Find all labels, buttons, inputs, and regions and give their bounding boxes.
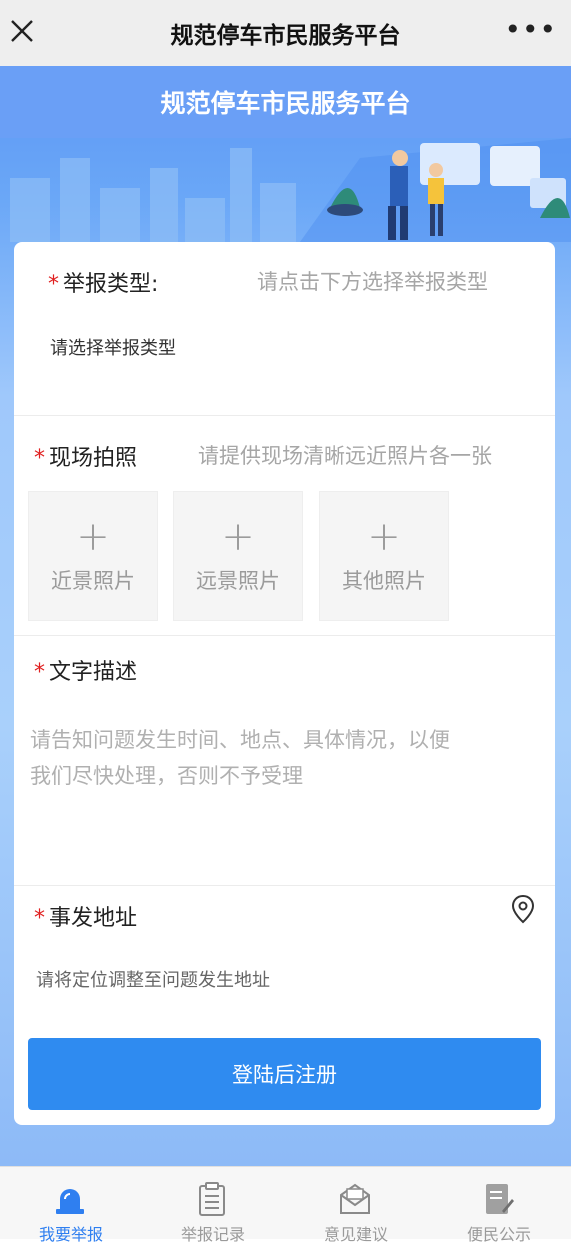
- description-placeholder-line: 请告知问题发生时间、地点、具体情况，以便: [30, 728, 450, 752]
- report-type-hint: 请点击下方选择举报类型: [257, 270, 488, 294]
- photos-hint: 请提供现场清晰远近照片各一张: [198, 444, 492, 468]
- bottom-tab-bar: 我要举报 举报记录 意见建议 便民公示: [0, 1166, 571, 1244]
- required-mark: *: [34, 660, 45, 685]
- plus-icon: +: [76, 514, 110, 560]
- description-label: * 文字描述: [34, 660, 138, 685]
- notice-edit-icon: [486, 1184, 514, 1214]
- report-form-card: * 举报类型: 请点击下方选择举报类型 请选择举报类型 * 现场拍照 请提供现场清晰…: [14, 242, 555, 1125]
- tab-label: 便民公示: [466, 1225, 531, 1244]
- report-type-select[interactable]: 请选择举报类型: [50, 334, 176, 360]
- tab-label: 意见建议: [323, 1225, 388, 1244]
- photo-upload-label: 其他照片: [342, 569, 426, 593]
- login-register-button[interactable]: 登陆后注册: [28, 1038, 541, 1110]
- banner-title: 规范停车市民服务平台: [0, 66, 571, 138]
- tab-suggestions[interactable]: 意见建议: [285, 1167, 427, 1244]
- tab-label: 我要举报: [38, 1225, 103, 1244]
- plus-icon: +: [367, 514, 401, 560]
- photo-upload-label: 近景照片: [51, 569, 135, 593]
- location-pin-icon[interactable]: [510, 894, 536, 924]
- tab-report-records[interactable]: 举报记录: [142, 1167, 284, 1244]
- alarm-light-icon: [56, 1189, 84, 1214]
- window-title-bar: 规范停车市民服务平台 •••: [0, 0, 571, 66]
- more-options-icon[interactable]: •••: [504, 16, 557, 44]
- photo-upload-label: 远景照片: [196, 569, 280, 593]
- description-placeholder-line: 我们尽快处理，否则不予受理: [30, 764, 303, 788]
- window-title: 规范停车市民服务平台: [170, 23, 401, 49]
- photo-upload-other[interactable]: + 其他照片: [319, 491, 449, 621]
- required-mark: *: [34, 446, 45, 471]
- plus-icon: +: [221, 514, 255, 560]
- tab-public-notice[interactable]: 便民公示: [428, 1167, 570, 1244]
- photos-label: * 现场拍照: [34, 446, 138, 471]
- envelope-icon: [340, 1183, 370, 1214]
- divider: [14, 885, 555, 886]
- report-type-label: * 举报类型:: [48, 272, 159, 297]
- required-mark: *: [48, 272, 59, 297]
- photo-upload-distant[interactable]: + 远景照片: [173, 491, 303, 621]
- divider: [14, 415, 555, 416]
- address-input[interactable]: 请将定位调整至问题发生地址: [36, 966, 270, 992]
- tab-report[interactable]: 我要举报: [0, 1167, 142, 1244]
- close-icon[interactable]: [8, 17, 36, 45]
- required-mark: *: [34, 906, 45, 931]
- address-label: * 事发地址: [34, 906, 138, 931]
- clipboard-icon: [199, 1182, 225, 1216]
- tab-label: 举报记录: [180, 1225, 245, 1244]
- photo-upload-closeup[interactable]: + 近景照片: [28, 491, 158, 621]
- divider: [14, 635, 555, 636]
- description-textarea[interactable]: 请告知问题发生时间、地点、具体情况，以便 我们尽快处理，否则不予受理: [30, 722, 535, 794]
- banner-illustration: [10, 138, 571, 242]
